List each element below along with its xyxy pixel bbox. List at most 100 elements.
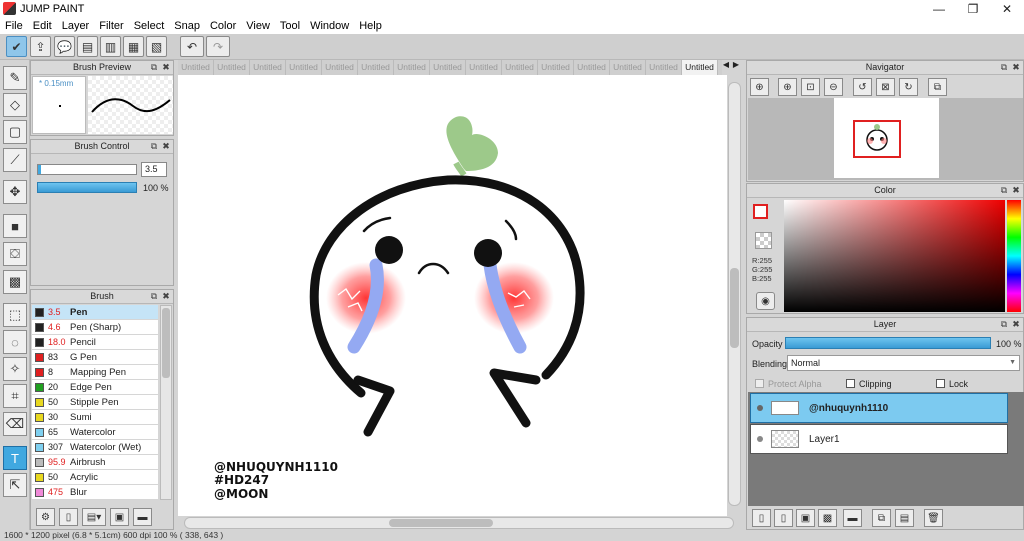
lasso-tool-icon[interactable]: ◌ (3, 330, 27, 354)
undo-icon[interactable]: ↶ (180, 36, 204, 57)
fit-window-icon[interactable]: ⊡ (801, 78, 820, 96)
document-tab[interactable]: Untitled (214, 60, 250, 75)
tab-scroll-left-icon[interactable]: ◀ (722, 60, 730, 74)
document-tab[interactable]: Untitled (502, 60, 538, 75)
minimize-button[interactable]: — (922, 0, 956, 17)
message-icon[interactable]: ▤ (77, 36, 98, 57)
close-panel-icon[interactable]: ✖ (161, 141, 171, 151)
menu-select[interactable]: Select (134, 20, 165, 32)
close-button[interactable]: ✕ (990, 0, 1024, 17)
document-tab[interactable]: Untitled (610, 60, 646, 75)
close-panel-icon[interactable]: ✖ (1011, 319, 1021, 329)
layer-row-selected[interactable]: @nhuquynh1110 (750, 393, 1008, 423)
float-icon[interactable]: ⧉ (149, 141, 159, 151)
float-icon[interactable]: ⧉ (999, 62, 1009, 72)
menu-edit[interactable]: Edit (33, 20, 52, 32)
brush-list-scrollbar[interactable] (160, 305, 172, 500)
move-tool-icon[interactable]: ✥ (3, 180, 27, 204)
transparent-color-swatch[interactable] (755, 232, 772, 249)
menu-view[interactable]: View (246, 20, 270, 32)
select-pen-icon[interactable]: ⌗ (3, 384, 27, 408)
visibility-eye-icon[interactable] (757, 405, 763, 411)
brush-item[interactable]: 3.5 Pen (32, 305, 158, 320)
brush-item[interactable]: 50 Acrylic (32, 470, 158, 485)
foreground-color-swatch[interactable] (753, 204, 768, 219)
merge-layer-icon[interactable]: ⧉ (872, 509, 891, 527)
close-panel-icon[interactable]: ✖ (1011, 62, 1021, 72)
float-icon[interactable]: ⧉ (999, 319, 1009, 329)
gradient-tool-icon[interactable]: ▩ (3, 270, 27, 294)
menu-color[interactable]: Color (210, 20, 236, 32)
zoom-in-icon[interactable]: ⊕ (750, 78, 769, 96)
document-tab[interactable]: Untitled (574, 60, 610, 75)
flip-icon[interactable]: ⧉ (928, 78, 947, 96)
close-panel-icon[interactable]: ✖ (1011, 185, 1021, 195)
new-layer-icon[interactable]: ▯ (752, 509, 771, 527)
clipping-checkbox[interactable] (846, 379, 855, 388)
brush-item[interactable]: 307 Watercolor (Wet) (32, 440, 158, 455)
tab-scroll-right-icon[interactable]: ▶ (732, 60, 740, 74)
menu-tool[interactable]: Tool (280, 20, 300, 32)
rectangle-tool-icon[interactable]: ▢ (3, 120, 27, 144)
operation-tool-icon[interactable]: ⇱ (3, 473, 27, 497)
document-tab[interactable]: Untitled (358, 60, 394, 75)
brush-menu-icon[interactable]: ▤▾ (82, 508, 106, 526)
brush-item[interactable]: 475 Blur (32, 485, 158, 500)
rotate-right-icon[interactable]: ↻ (899, 78, 918, 96)
reset-rotation-icon[interactable]: ⊠ (876, 78, 895, 96)
menu-window[interactable]: Window (310, 20, 349, 32)
close-panel-icon[interactable]: ✖ (161, 291, 171, 301)
select-eraser-icon[interactable]: ⌫ (3, 412, 27, 436)
layer-menu-icon[interactable]: ▤ (895, 509, 914, 527)
new-layer-alt-icon[interactable]: ▯ (774, 509, 793, 527)
brush-settings-icon[interactable]: ⚙ (36, 508, 55, 526)
float-icon[interactable]: ⧉ (149, 291, 159, 301)
duplicate-layer-icon[interactable]: ▣ (796, 509, 815, 527)
document-tab[interactable]: Untitled (286, 60, 322, 75)
document-tab-active[interactable]: Untitled (682, 60, 718, 75)
redo-icon[interactable]: ↷ (206, 36, 230, 57)
page-icon[interactable]: ▦ (123, 36, 144, 57)
brush-scroll-thumb[interactable] (162, 308, 170, 378)
new-brush-icon[interactable]: ▯ (59, 508, 78, 526)
comment-icon[interactable]: 💬 (54, 36, 75, 57)
brush-item[interactable]: 20 Edge Pen (32, 380, 158, 395)
brush-opacity-slider[interactable] (37, 182, 137, 193)
delete-layer-icon[interactable]: 🗑 (924, 509, 943, 527)
brush-item[interactable]: 18.0 Pencil (32, 335, 158, 350)
canvas-horizontal-scrollbar[interactable] (184, 517, 734, 529)
document-tab[interactable]: Untitled (430, 60, 466, 75)
pen-tool-icon[interactable]: ✎ (3, 66, 27, 90)
brush-item[interactable]: 50 Stipple Pen (32, 395, 158, 410)
visibility-eye-icon[interactable] (757, 436, 763, 442)
vertical-scroll-thumb[interactable] (730, 268, 739, 348)
menu-snap[interactable]: Snap (174, 20, 200, 32)
brush-item[interactable]: 65 Watercolor (32, 425, 158, 440)
zoom-out-icon[interactable]: ⊖ (824, 78, 843, 96)
select-rect-icon[interactable]: ⬚ (3, 303, 27, 327)
protect-alpha-checkbox[interactable] (755, 379, 764, 388)
check-icon[interactable]: ✔ (6, 36, 27, 57)
brush-size-field[interactable]: 3.5 (141, 162, 167, 177)
document-icon[interactable]: ▥ (100, 36, 121, 57)
brush-size-slider[interactable] (37, 164, 137, 175)
brush-item[interactable]: 95.9 Airbrush (32, 455, 158, 470)
hue-slider[interactable] (1007, 200, 1021, 312)
document-tab[interactable]: Untitled (178, 60, 214, 75)
layout-icon[interactable]: ▧ (146, 36, 167, 57)
float-icon[interactable]: ⧉ (999, 185, 1009, 195)
brush-folder-icon[interactable]: ▬ (133, 508, 152, 526)
zoom-in-alt-icon[interactable]: ⊕ (778, 78, 797, 96)
menu-file[interactable]: File (5, 20, 23, 32)
document-tab[interactable]: Untitled (538, 60, 574, 75)
text-tool-icon[interactable]: T (3, 446, 27, 470)
float-icon[interactable]: ⧉ (149, 62, 159, 72)
layer-row[interactable]: Layer1 (750, 424, 1008, 454)
brush-copy-icon[interactable]: ▣ (110, 508, 129, 526)
document-tab[interactable]: Untitled (466, 60, 502, 75)
magic-wand-icon[interactable]: ✧ (3, 357, 27, 381)
document-tab[interactable]: Untitled (322, 60, 358, 75)
share-icon[interactable]: ⇪ (30, 36, 51, 57)
canvas-vertical-scrollbar[interactable] (728, 82, 741, 506)
close-panel-icon[interactable]: ✖ (161, 62, 171, 72)
